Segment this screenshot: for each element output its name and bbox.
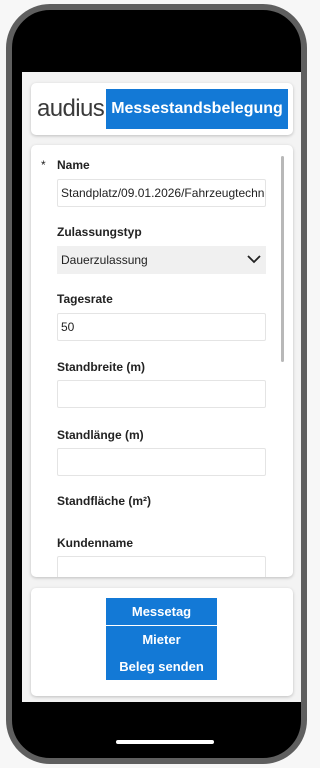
zulassungstyp-label: Zulassungstyp — [57, 225, 142, 239]
zulassungstyp-select[interactable]: Dauerzulassung — [57, 246, 266, 274]
header-card: audius Messestandsbelegung — [31, 83, 293, 135]
tagesrate-label: Tagesrate — [57, 292, 113, 306]
page-title: Messestandsbelegung — [106, 89, 288, 129]
audius-logo: audius — [37, 95, 105, 122]
messetag-button[interactable]: Messetag — [106, 598, 217, 625]
home-indicator[interactable] — [116, 740, 214, 744]
standbreite-field[interactable] — [57, 380, 266, 408]
standbreite-label: Standbreite (m) — [57, 360, 146, 374]
form-card[interactable]: * Name Standplatz/09.01.2026/Fahrzeugtec… — [31, 145, 293, 577]
zulassungstyp-value: Dauerzulassung — [61, 253, 148, 267]
chevron-down-icon — [247, 255, 261, 264]
form-scrollbar[interactable] — [281, 156, 284, 362]
app-screen: audius Messestandsbelegung * Name Standp… — [22, 72, 301, 702]
name-field[interactable]: Standplatz/09.01.2026/Fahrzeugtechnik — [57, 179, 266, 207]
standlaenge-field[interactable] — [57, 448, 266, 476]
mieter-button[interactable]: Mieter — [106, 626, 217, 653]
standlaenge-label: Standlänge (m) — [57, 428, 144, 442]
name-label: Name — [57, 158, 90, 172]
standflaeche-label: Standfläche (m²) — [57, 494, 152, 508]
required-marker: * — [41, 158, 46, 172]
button-card: Messetag Mieter Beleg senden — [31, 588, 293, 696]
beleg-senden-button[interactable]: Beleg senden — [106, 653, 217, 680]
tagesrate-field[interactable]: 50 — [57, 313, 266, 341]
kundenname-field[interactable] — [57, 556, 266, 577]
kundenname-label: Kundenname — [57, 536, 134, 550]
phone-frame: audius Messestandsbelegung * Name Standp… — [6, 4, 307, 764]
